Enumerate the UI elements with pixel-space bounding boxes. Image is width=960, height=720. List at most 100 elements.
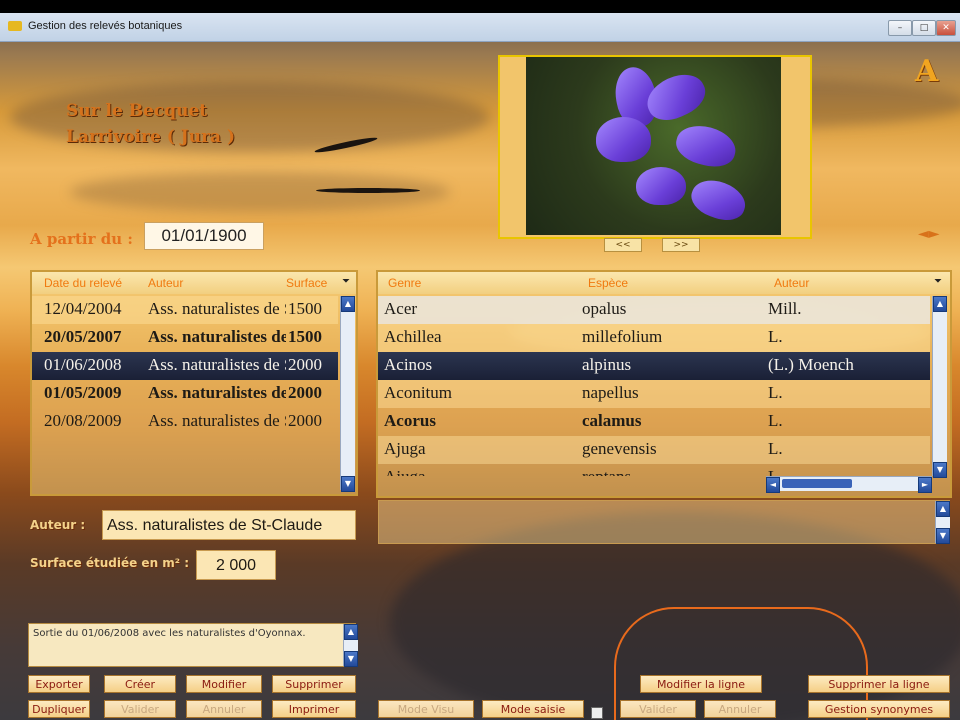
- date-filter-label: A partir du :: [30, 230, 133, 248]
- mode-visu-button[interactable]: Mode Visu: [378, 700, 474, 718]
- maximize-icon[interactable]: □: [912, 20, 936, 36]
- table-row[interactable]: Acer opalus Mill.: [378, 296, 930, 324]
- cell-surface: 1500: [288, 327, 322, 346]
- column-header-surface[interactable]: Surface: [286, 276, 327, 290]
- scroll-down-icon[interactable]: ▼: [344, 651, 358, 667]
- table-row-selected[interactable]: Acinos alpinus (L.) Moench: [378, 352, 930, 380]
- sort-icon[interactable]: ⏷: [342, 276, 350, 287]
- valider-ligne-button[interactable]: Valider: [620, 700, 696, 718]
- title-bar: Gestion des relevés botaniques – □ ✕: [0, 13, 960, 42]
- auteur-field[interactable]: Ass. naturalistes de St-Claude: [102, 510, 356, 540]
- table-row-selected[interactable]: 01/06/2008 Ass. naturalistes de St-Claud…: [32, 352, 338, 380]
- scroll-up-icon[interactable]: ▲: [344, 624, 358, 640]
- cell-surface: 2000: [288, 355, 322, 374]
- releves-table-header: Date du relevé Auteur Surface ⏷: [32, 272, 356, 294]
- cell-genre: Acorus: [384, 411, 436, 430]
- gestion-synonymes-button[interactable]: Gestion synonymes: [808, 700, 950, 718]
- modifier-button[interactable]: Modifier: [186, 675, 262, 693]
- annuler-ligne-button[interactable]: Annuler: [704, 700, 776, 718]
- note-textarea[interactable]: Sortie du 01/06/2008 avec les naturalist…: [28, 623, 356, 667]
- scroll-up-icon[interactable]: ▲: [936, 501, 950, 517]
- cell-genre: Aconitum: [384, 383, 452, 402]
- mode-checkbox[interactable]: [591, 707, 603, 719]
- especes-hscrollbar[interactable]: ◄ ►: [766, 476, 932, 493]
- supprimer-ligne-button[interactable]: Supprimer la ligne: [808, 675, 950, 693]
- cell-auteur: L.: [768, 327, 783, 346]
- memo-scrollbar[interactable]: ▲ ▼: [343, 624, 358, 667]
- valider-button[interactable]: Valider: [104, 700, 176, 718]
- scroll-down-icon[interactable]: ▼: [933, 462, 947, 478]
- prev-photo-button[interactable]: <<: [604, 238, 642, 252]
- location-title: Sur le Becquet Larrivoire ( Jura ): [66, 98, 235, 150]
- imprimer-button[interactable]: Imprimer: [272, 700, 356, 718]
- cell-auteur: Mill.: [768, 299, 802, 318]
- note-scrollbar[interactable]: ▲ ▼: [935, 501, 950, 544]
- cell-auteur: L.: [768, 411, 783, 430]
- cell-espece: calamus: [582, 411, 642, 430]
- location-line-1: Sur le Becquet: [66, 101, 208, 121]
- auteur-label: Auteur :: [30, 518, 86, 532]
- scroll-up-icon[interactable]: ▲: [933, 296, 947, 312]
- record-nav-arrows[interactable]: ◄►: [918, 226, 940, 242]
- window-title: Gestion des relevés botaniques: [28, 20, 183, 32]
- cell-auteur: Ass. naturalistes de St-Claude: [148, 411, 286, 430]
- scroll-right-icon[interactable]: ►: [918, 477, 932, 493]
- releves-scrollbar[interactable]: ▲ ▼: [340, 296, 355, 492]
- column-header-genre[interactable]: Genre: [388, 276, 421, 290]
- cell-auteur: (L.) Moench: [768, 355, 854, 374]
- cell-date: 12/04/2004: [44, 299, 122, 318]
- scroll-left-icon[interactable]: ◄: [766, 477, 780, 493]
- scroll-up-icon[interactable]: ▲: [341, 296, 355, 312]
- table-row[interactable]: Aconitum napellus L.: [378, 380, 930, 408]
- location-line-2: Larrivoire ( Jura ): [66, 127, 236, 147]
- column-header-auteur[interactable]: Auteur: [148, 276, 183, 290]
- cell-genre: Acinos: [384, 355, 433, 374]
- table-row[interactable]: 20/05/2007 Ass. naturalistes de St-Claud…: [32, 324, 338, 352]
- surface-field[interactable]: 2 000: [196, 550, 276, 580]
- releves-table: Date du relevé Auteur Surface ⏷ 12/04/20…: [30, 270, 358, 496]
- plant-photo-frame: [498, 55, 812, 239]
- table-row[interactable]: Ajuga genevensis L.: [378, 436, 930, 464]
- cell-surface: 2000: [288, 411, 322, 430]
- creer-button[interactable]: Créer: [104, 675, 176, 693]
- cell-auteur: Ass. naturalistes de St-Claude: [148, 299, 286, 318]
- exporter-button[interactable]: Exporter: [28, 675, 90, 693]
- column-header-date[interactable]: Date du relevé: [44, 276, 122, 290]
- close-icon[interactable]: ✕: [936, 20, 956, 36]
- cell-genre: Ajuga: [384, 439, 426, 458]
- especes-note-area[interactable]: ▲ ▼: [378, 500, 950, 544]
- scroll-down-icon[interactable]: ▼: [341, 476, 355, 492]
- column-header-auteur[interactable]: Auteur: [774, 276, 809, 290]
- app-window: Gestion des relevés botaniques – □ ✕ Sur…: [0, 13, 960, 720]
- table-row[interactable]: 20/08/2009 Ass. naturalistes de St-Claud…: [32, 408, 338, 436]
- supprimer-button[interactable]: Supprimer: [272, 675, 356, 693]
- main-canvas: Sur le Becquet Larrivoire ( Jura ) A << …: [10, 42, 960, 720]
- table-row[interactable]: Acorus calamus L.: [378, 408, 930, 436]
- annuler-button[interactable]: Annuler: [186, 700, 262, 718]
- dupliquer-button[interactable]: Dupliquer: [28, 700, 90, 718]
- cell-auteur: L.: [768, 439, 783, 458]
- sort-icon[interactable]: ⏷: [934, 276, 942, 287]
- table-row[interactable]: Ajuga reptans L.: [378, 464, 930, 476]
- cell-genre: Ajuga: [384, 467, 426, 476]
- cell-surface: 1500: [288, 299, 322, 318]
- app-icon: [8, 21, 22, 31]
- cell-espece: napellus: [582, 383, 639, 402]
- table-row[interactable]: 01/05/2009 Ass. naturalistes de St-Claud…: [32, 380, 338, 408]
- column-header-espece[interactable]: Espèce: [588, 276, 628, 290]
- scroll-down-icon[interactable]: ▼: [936, 528, 950, 544]
- table-row[interactable]: 12/04/2004 Ass. naturalistes de St-Claud…: [32, 296, 338, 324]
- cell-genre: Achillea: [384, 327, 442, 346]
- especes-scrollbar[interactable]: ▲ ▼: [932, 296, 947, 478]
- cell-date: 01/05/2009: [44, 383, 122, 402]
- modifier-ligne-button[interactable]: Modifier la ligne: [640, 675, 762, 693]
- cell-date: 20/05/2007: [44, 327, 122, 346]
- cell-espece: alpinus: [582, 355, 632, 374]
- table-row[interactable]: Achillea millefolium L.: [378, 324, 930, 352]
- mode-saisie-button[interactable]: Mode saisie: [482, 700, 584, 718]
- next-photo-button[interactable]: >>: [662, 238, 700, 252]
- minimize-icon[interactable]: –: [888, 20, 912, 36]
- scroll-thumb[interactable]: [782, 479, 852, 488]
- cell-auteur: Ass. naturalistes de St-Claude: [148, 383, 286, 402]
- date-filter-input[interactable]: 01/01/1900: [144, 222, 264, 250]
